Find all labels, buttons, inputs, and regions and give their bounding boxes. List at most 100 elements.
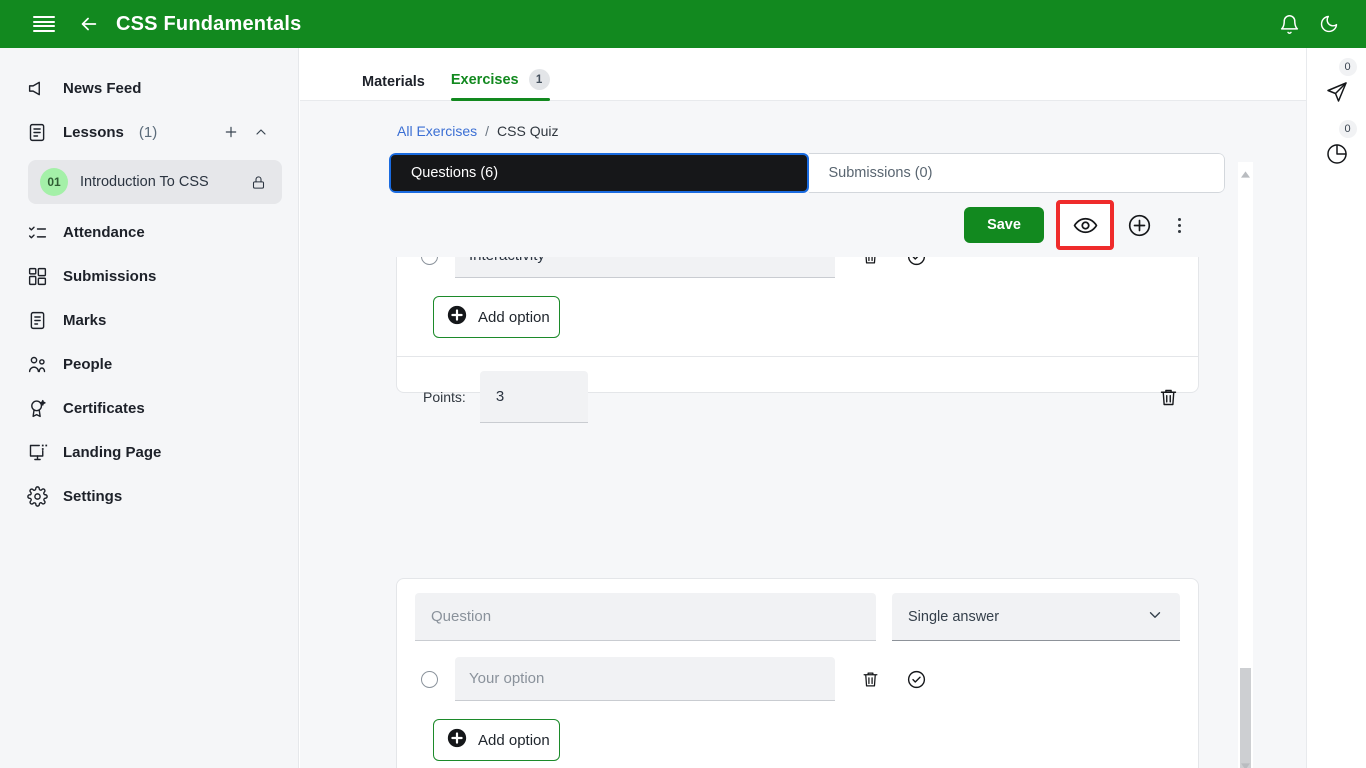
content-scrollbar[interactable] (1238, 162, 1253, 768)
sidebar-item-label: Attendance (63, 224, 145, 241)
sidebar-item-label: Certificates (63, 400, 145, 417)
answer-type-value: Single answer (908, 609, 999, 625)
lessons-count: (1) (139, 124, 157, 141)
sidebar-item-marks[interactable]: Marks (0, 298, 298, 342)
question-card: Single answer (396, 578, 1199, 768)
megaphone-icon (26, 77, 48, 99)
lesson-title: Introduction To CSS (80, 174, 209, 190)
sidebar-item-settings[interactable]: Settings (0, 474, 298, 518)
sidebar-item-label: Settings (63, 488, 122, 505)
content-tabs: Materials Exercises 1 (300, 48, 1306, 101)
eye-icon[interactable] (1068, 208, 1102, 242)
add-question-icon[interactable] (1122, 208, 1156, 242)
option-radio[interactable] (421, 671, 438, 688)
exercise-editor: Add option Points: (300, 101, 1306, 768)
tab-exercises[interactable]: Exercises 1 (451, 69, 550, 100)
people-icon (26, 353, 48, 375)
sidebar-item-label: People (63, 356, 112, 373)
page-title: CSS Fundamentals (116, 13, 301, 36)
app-root: CSS Fundamentals News Feed Lessons (1) (0, 0, 1366, 768)
sidebar-item-people[interactable]: People (0, 342, 298, 386)
top-bar-actions (1276, 11, 1342, 37)
chevron-down-icon (1146, 606, 1164, 628)
editor-toolbar: Save (389, 193, 1206, 257)
segment-submissions[interactable]: Submissions (0) (809, 153, 1226, 193)
segment-label: Submissions (0) (829, 165, 933, 181)
points-input[interactable] (480, 371, 588, 423)
certificate-icon (26, 397, 48, 419)
exercise-header-panel: All Exercises / CSS Quiz Questions (6) S… (371, 109, 1224, 257)
add-option-label: Add option (478, 732, 550, 749)
sidebar-lesson-introduction-to-css[interactable]: 01 Introduction To CSS (28, 160, 282, 204)
add-option-label: Add option (478, 309, 550, 326)
breadcrumb-all-exercises[interactable]: All Exercises (397, 123, 477, 139)
save-button[interactable]: Save (964, 207, 1044, 243)
right-rail: 0 0 (1306, 48, 1366, 768)
questions-list: Add option Points: (300, 315, 1306, 768)
sidebar-item-certificates[interactable]: Certificates (0, 386, 298, 430)
option-input[interactable] (455, 657, 835, 701)
answer-type-select[interactable]: Single answer (892, 593, 1180, 641)
points-label: Points: (423, 389, 466, 405)
tab-badge: 1 (529, 69, 550, 90)
lessons-icon (26, 121, 48, 143)
bell-icon[interactable] (1276, 11, 1302, 37)
points-row: Points: (397, 357, 1198, 437)
send-icon[interactable]: 0 (1317, 72, 1357, 112)
preview-button-highlight (1056, 200, 1114, 250)
tab-materials[interactable]: Materials (362, 74, 425, 100)
lock-icon (250, 174, 266, 190)
pie-chart-badge: 0 (1339, 120, 1357, 138)
sidebar-item-label: News Feed (63, 80, 141, 97)
sidebar-item-label: Marks (63, 312, 106, 329)
question-input[interactable] (415, 593, 876, 641)
attendance-icon (26, 221, 48, 243)
sidebar: News Feed Lessons (1) 01 Introduction To… (0, 48, 299, 768)
option-row (415, 657, 1180, 701)
sidebar-item-label: Lessons (63, 124, 124, 141)
scroll-up-arrow-icon[interactable] (1241, 165, 1250, 173)
delete-question-icon[interactable] (1156, 385, 1180, 409)
breadcrumb-separator: / (485, 123, 489, 139)
add-option-button[interactable]: Add option (433, 719, 560, 761)
pie-chart-icon[interactable]: 0 (1317, 134, 1357, 174)
sidebar-item-news-feed[interactable]: News Feed (0, 66, 298, 110)
sidebar-item-submissions[interactable]: Submissions (0, 254, 298, 298)
gear-icon (26, 485, 48, 507)
breadcrumb: All Exercises / CSS Quiz (389, 123, 1206, 153)
question-card-body: Single answer (397, 579, 1198, 768)
main-content: Materials Exercises 1 (300, 48, 1306, 768)
sidebar-item-attendance[interactable]: Attendance (0, 210, 298, 254)
lesson-number: 01 (40, 168, 68, 196)
chevron-up-icon[interactable] (252, 123, 270, 141)
plus-circle-icon (446, 304, 468, 330)
sidebar-item-label: Landing Page (63, 444, 161, 461)
plus-icon[interactable] (222, 123, 240, 141)
segment-label: Questions (6) (411, 165, 498, 181)
moon-icon[interactable] (1316, 11, 1342, 37)
landing-page-icon (26, 441, 48, 463)
send-badge: 0 (1339, 58, 1357, 76)
add-option-button[interactable]: Add option (433, 296, 560, 338)
back-arrow-icon[interactable] (78, 13, 100, 35)
hamburger-icon[interactable] (33, 16, 55, 32)
lessons-actions (222, 123, 298, 141)
marks-icon (26, 309, 48, 331)
trash-icon[interactable] (859, 668, 881, 690)
submissions-icon (26, 265, 48, 287)
tab-label: Exercises (451, 72, 519, 88)
scrollbar-thumb[interactable] (1240, 668, 1251, 768)
option-actions (859, 668, 927, 690)
sidebar-item-landing-page[interactable]: Landing Page (0, 430, 298, 474)
kebab-menu-icon[interactable] (1162, 208, 1196, 242)
sidebar-item-lessons[interactable]: Lessons (1) (0, 110, 298, 154)
plus-circle-icon (446, 727, 468, 753)
breadcrumb-current: CSS Quiz (497, 123, 558, 139)
segmented-control: Questions (6) Submissions (0) (389, 153, 1225, 193)
top-bar: CSS Fundamentals (0, 0, 1366, 48)
segment-questions[interactable]: Questions (6) (389, 153, 809, 193)
scroll-down-arrow-icon[interactable] (1241, 757, 1250, 765)
question-row: Single answer (415, 593, 1180, 641)
tab-label: Materials (362, 74, 425, 90)
check-circle-icon[interactable] (905, 668, 927, 690)
